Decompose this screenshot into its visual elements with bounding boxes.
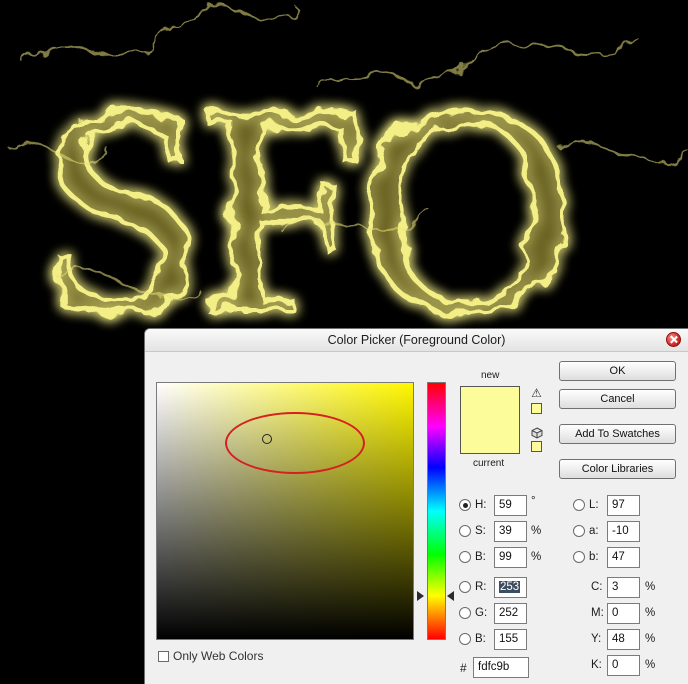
dialog-title: Color Picker (Foreground Color) [327,333,506,347]
titlebar[interactable]: Color Picker (Foreground Color) [145,329,688,352]
color-field[interactable] [156,382,414,640]
red-value: 253 [499,581,521,593]
gamut-swatch[interactable] [531,403,542,414]
a-channel-field[interactable]: -10 [607,521,640,542]
saturation-field[interactable]: 39 [494,521,527,542]
brightness-radio[interactable] [459,551,471,563]
only-web-colors-label: Only Web Colors [173,649,264,663]
brightness-unit: % [531,551,542,563]
black-field[interactable]: 0 [607,655,640,676]
cyan-field[interactable]: 3 [607,577,640,598]
b-channel-field[interactable]: 47 [607,547,640,568]
websafe-cube-icon[interactable] [530,427,543,440]
green-radio[interactable] [459,607,471,619]
cyan-unit: % [645,581,656,593]
saturation-radio[interactable] [459,525,471,537]
close-icon[interactable] [666,332,681,347]
yellow-field[interactable]: 48 [607,629,640,650]
artwork-text: SFO [40,43,566,375]
hex-field[interactable]: fdfc9b [473,657,529,678]
saturation-unit: % [531,525,542,537]
websafe-swatch[interactable] [531,441,542,452]
annotation-ellipse [225,412,365,474]
current-label: current [473,458,505,469]
hex-label: # [460,661,467,675]
hue-slider-arrow-left[interactable] [417,591,424,601]
green-field[interactable]: 252 [494,603,527,624]
black-label: K: [591,659,602,671]
yellow-unit: % [645,633,656,645]
blue-field[interactable]: 155 [494,629,527,650]
color-picker-dialog: Color Picker (Foreground Color) new curr… [144,328,688,684]
red-radio[interactable] [459,581,471,593]
new-color-swatch [460,386,520,420]
current-color-swatch[interactable] [460,420,520,454]
hue-label: H: [475,499,487,511]
a-channel-label: a: [589,525,599,537]
brightness-label: B: [475,551,486,563]
blue-label: B: [475,633,486,645]
magenta-label: M: [591,607,604,619]
yellow-label: Y: [591,633,602,645]
only-web-colors-checkbox[interactable] [158,651,169,662]
hue-unit: ° [531,495,536,507]
hue-field[interactable]: 59 [494,495,527,516]
magenta-unit: % [645,607,656,619]
hue-radio[interactable] [459,499,471,511]
hue-slider-arrow-right[interactable] [447,591,454,601]
color-libraries-button[interactable]: Color Libraries [559,459,676,479]
add-to-swatches-button[interactable]: Add To Swatches [559,424,676,444]
lightness-radio[interactable] [573,499,585,511]
lightness-field[interactable]: 97 [607,495,640,516]
black-unit: % [645,659,656,671]
b-channel-radio[interactable] [573,551,585,563]
red-label: R: [475,581,487,593]
ok-button[interactable]: OK [559,361,676,381]
brightness-field[interactable]: 99 [494,547,527,568]
saturation-label: S: [475,525,486,537]
hue-slider[interactable] [427,382,446,640]
cyan-label: C: [591,581,603,593]
green-label: G: [475,607,488,619]
a-channel-radio[interactable] [573,525,585,537]
blue-radio[interactable] [459,633,471,645]
new-label: new [481,370,500,381]
cancel-button[interactable]: Cancel [559,389,676,409]
red-field[interactable]: 253 [494,577,527,598]
magenta-field[interactable]: 0 [607,603,640,624]
lightness-label: L: [589,499,599,511]
gamut-warning-icon[interactable]: ⚠ [530,387,543,400]
b-channel-label: b: [589,551,599,563]
